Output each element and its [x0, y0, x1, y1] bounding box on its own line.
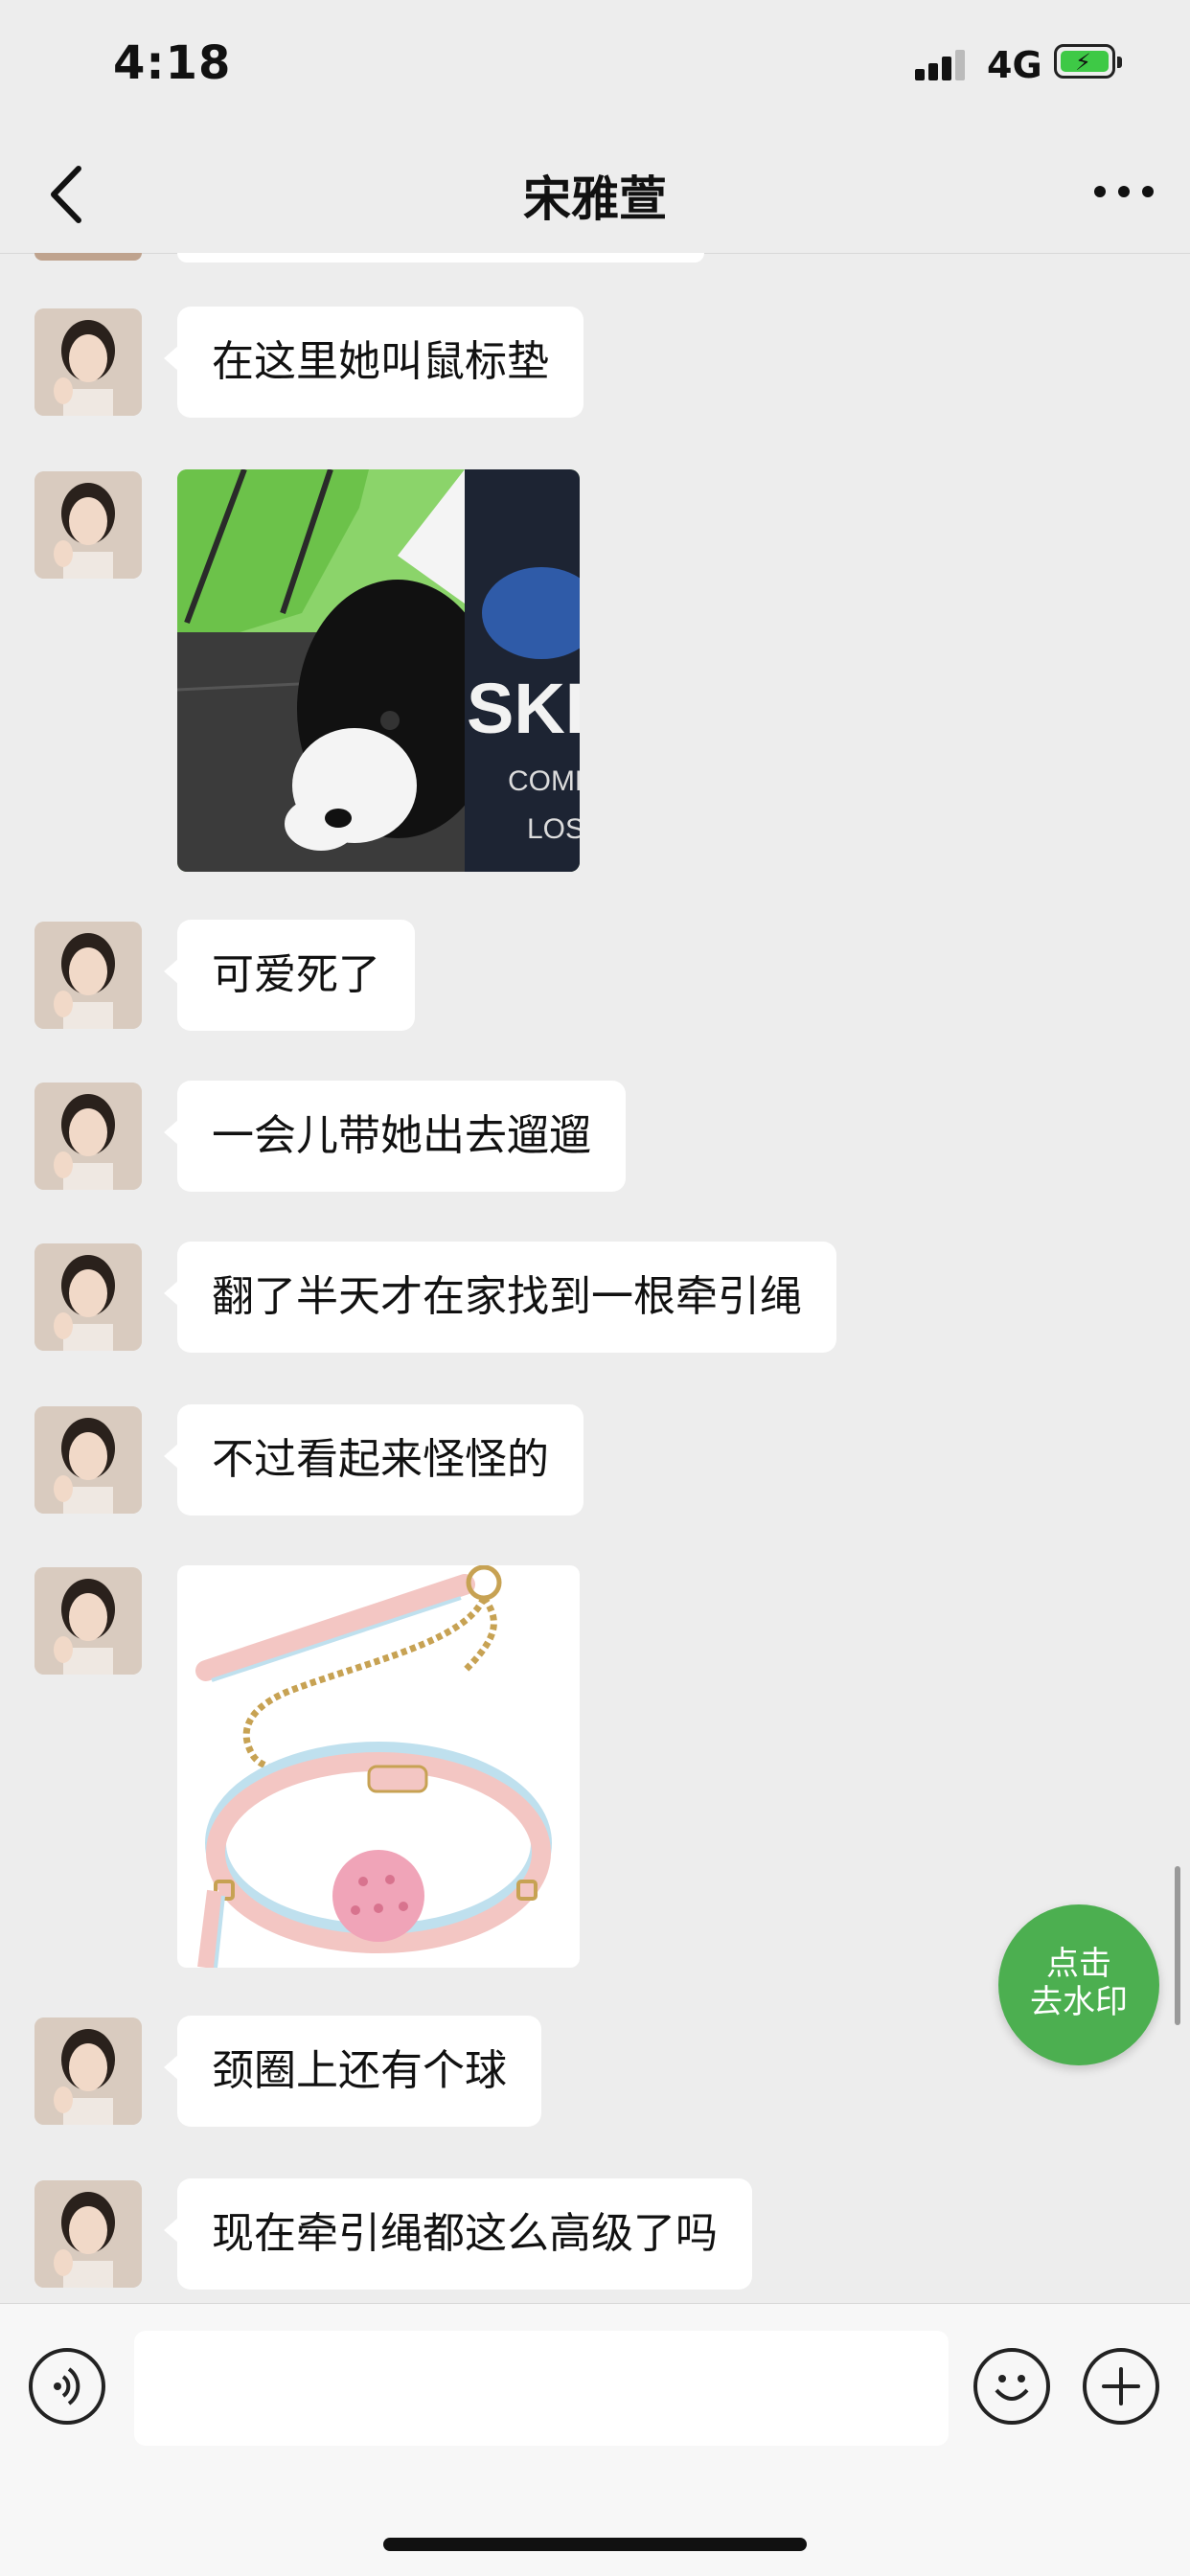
avatar — [34, 253, 142, 261]
message-bubble[interactable]: 在这里她叫鼠标垫 — [164, 307, 584, 418]
puppy-photo: SKEC COMF LOS — [177, 469, 580, 872]
message-bubble[interactable]: 一会儿带她出去遛遛 — [164, 1081, 626, 1192]
collar-leash-photo — [177, 1565, 580, 1968]
plus-icon — [1102, 2367, 1140, 2405]
avatar[interactable] — [34, 1406, 142, 1514]
image-message[interactable]: SKEC COMF LOS — [177, 469, 580, 872]
emoji-button[interactable] — [973, 2348, 1050, 2425]
shirt-text: LOS — [527, 813, 580, 845]
chat-title: 宋雅萱 — [523, 171, 667, 227]
remove-watermark-button[interactable]: 点击 去水印 — [998, 1904, 1159, 2065]
shirt-text: SKEC — [467, 669, 580, 748]
avatar[interactable] — [34, 1083, 142, 1190]
voice-button[interactable] — [29, 2348, 105, 2425]
message-input[interactable] — [134, 2331, 949, 2446]
signal-icon — [915, 48, 973, 80]
more-button[interactable] — [1090, 172, 1157, 211]
message-bubble[interactable]: 颈圈上还有个球 — [164, 2016, 541, 2127]
avatar[interactable] — [34, 2017, 142, 2125]
image-message[interactable] — [177, 1565, 580, 1968]
avatar[interactable] — [34, 2180, 142, 2288]
message-bubble[interactable]: 不过看起来怪怪的 — [164, 1404, 584, 1516]
avatar[interactable] — [34, 1567, 142, 1675]
avatar[interactable] — [34, 922, 142, 1029]
message-bubble[interactable]: 翻了半天才在家找到一根牵引绳 — [164, 1242, 836, 1353]
avatar[interactable] — [34, 471, 142, 579]
nav-bar: 宋雅萱 — [0, 134, 1190, 254]
network-type: 4G — [987, 44, 1042, 86]
battery-icon: ⚡ — [1054, 44, 1122, 79]
emoji-icon — [995, 2375, 1029, 2401]
message-bubble — [177, 253, 704, 262]
status-time: 4:18 — [113, 36, 232, 90]
status-bar: 4:18 4G ⚡ — [0, 0, 1190, 134]
message-bubble[interactable]: 现在牵引绳都这么高级了吗 — [164, 2178, 752, 2290]
shirt-text: COMF — [508, 765, 580, 797]
watermark-button-line: 去水印 — [1030, 1983, 1128, 2021]
scrollbar[interactable] — [1175, 1866, 1180, 2025]
avatar[interactable] — [34, 1243, 142, 1351]
avatar[interactable] — [34, 308, 142, 416]
plus-button[interactable] — [1083, 2348, 1159, 2425]
voice-icon — [54, 2367, 80, 2405]
input-bar — [0, 2303, 1190, 2576]
message-bubble[interactable]: 可爱死了 — [164, 920, 415, 1031]
watermark-button-line: 点击 — [1046, 1945, 1111, 1983]
home-indicator — [383, 2538, 807, 2551]
